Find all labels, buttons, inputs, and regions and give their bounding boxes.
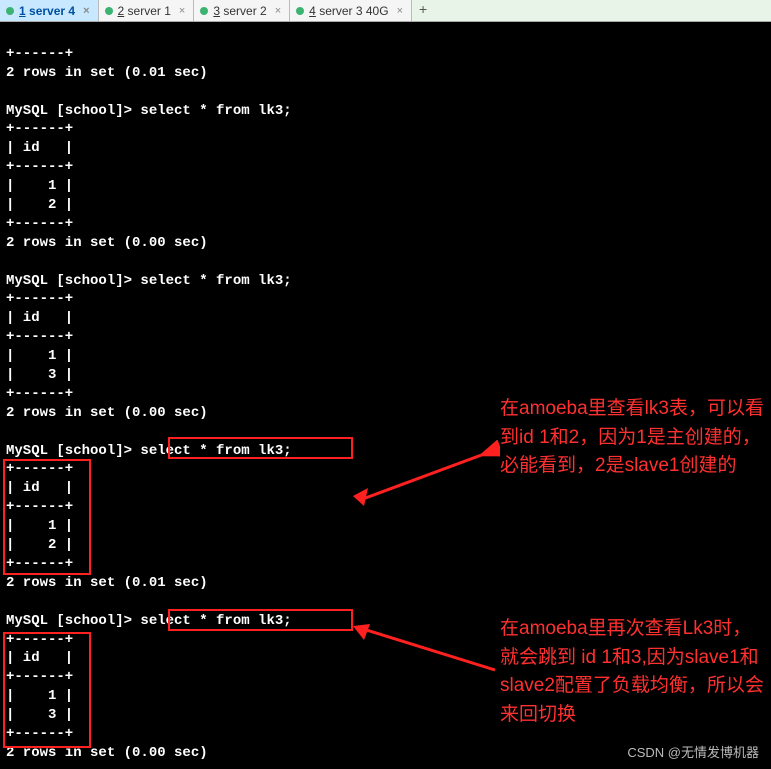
table-sep: +------+ — [6, 632, 73, 648]
query-text: select * from lk3; — [140, 443, 291, 459]
add-tab-button[interactable]: + — [412, 0, 434, 21]
table-header: | id | — [6, 480, 73, 496]
status-dot-icon — [105, 7, 113, 15]
table-row: | 1 | — [6, 518, 73, 534]
tab-number: 4 — [309, 4, 316, 18]
table-row: | 1 | — [6, 688, 73, 704]
table-sep: +------+ — [6, 159, 73, 175]
result-line: 2 rows in set (0.00 sec) — [6, 745, 208, 761]
table-sep: +------+ — [6, 726, 73, 742]
result-line: 2 rows in set (0.01 sec) — [6, 575, 208, 591]
tab-label: server 2 — [223, 4, 266, 18]
annotation-1: 在amoeba里查看lk3表，可以看到id 1和2，因为1是主创建的，必能看到，… — [500, 395, 770, 481]
tab-label: server 3 40G — [319, 4, 388, 18]
tab-label: server 1 — [128, 4, 171, 18]
table-row: | 3 | — [6, 707, 73, 723]
tab-number: 3 — [213, 4, 220, 18]
tab-number: 1 — [19, 4, 26, 18]
table-header: | id | — [6, 650, 73, 666]
close-icon[interactable]: × — [397, 5, 403, 17]
result-line: 2 rows in set (0.00 sec) — [6, 405, 208, 421]
tab-server-3-40g[interactable]: 4 server 3 40G × — [290, 0, 412, 21]
table-row: | 3 | — [6, 367, 73, 383]
tab-number: 2 — [118, 4, 125, 18]
table-sep: +------+ — [6, 499, 73, 515]
tab-server-1[interactable]: 2 server 1 × — [99, 0, 195, 21]
table-row: | 2 | — [6, 537, 73, 553]
table-row: | 2 | — [6, 197, 73, 213]
table-sep: +------+ — [6, 121, 73, 137]
query-text: select * from lk3; — [140, 613, 291, 629]
tab-server-4[interactable]: 1 server 4 × — [0, 0, 99, 21]
status-dot-icon — [6, 7, 14, 15]
table-sep: +------+ — [6, 291, 73, 307]
close-icon[interactable]: × — [179, 5, 185, 17]
table-header: | id | — [6, 310, 73, 326]
tab-server-2[interactable]: 3 server 2 × — [194, 0, 290, 21]
prompt: MySQL [school]> — [6, 103, 140, 119]
status-dot-icon — [200, 7, 208, 15]
table-row: | 1 | — [6, 348, 73, 364]
result-line: 2 rows in set (0.01 sec) — [6, 65, 208, 81]
table-sep: +------+ — [6, 46, 73, 62]
table-sep: +------+ — [6, 216, 73, 232]
close-icon[interactable]: × — [275, 5, 281, 17]
query-text: select * from lk3; — [140, 273, 291, 289]
table-row: | 1 | — [6, 178, 73, 194]
table-sep: +------+ — [6, 556, 73, 572]
table-sep: +------+ — [6, 461, 73, 477]
table-sep: +------+ — [6, 329, 73, 345]
table-sep: +------+ — [6, 386, 73, 402]
close-icon[interactable]: × — [83, 5, 89, 17]
tab-bar: 1 server 4 × 2 server 1 × 3 server 2 × 4… — [0, 0, 771, 22]
prompt: MySQL [school]> — [6, 613, 140, 629]
prompt: MySQL [school]> — [6, 443, 140, 459]
annotation-2: 在amoeba里再次查看Lk3时，就会跳到 id 1和3,因为slave1和sl… — [500, 615, 770, 729]
table-header: | id | — [6, 140, 73, 156]
tab-label: server 4 — [29, 4, 75, 18]
result-line: 2 rows in set (0.00 sec) — [6, 235, 208, 251]
table-sep: +------+ — [6, 669, 73, 685]
status-dot-icon — [296, 7, 304, 15]
query-text: select * from lk3; — [140, 103, 291, 119]
watermark: CSDN @无情发博机器 — [627, 742, 759, 761]
prompt: MySQL [school]> — [6, 273, 140, 289]
